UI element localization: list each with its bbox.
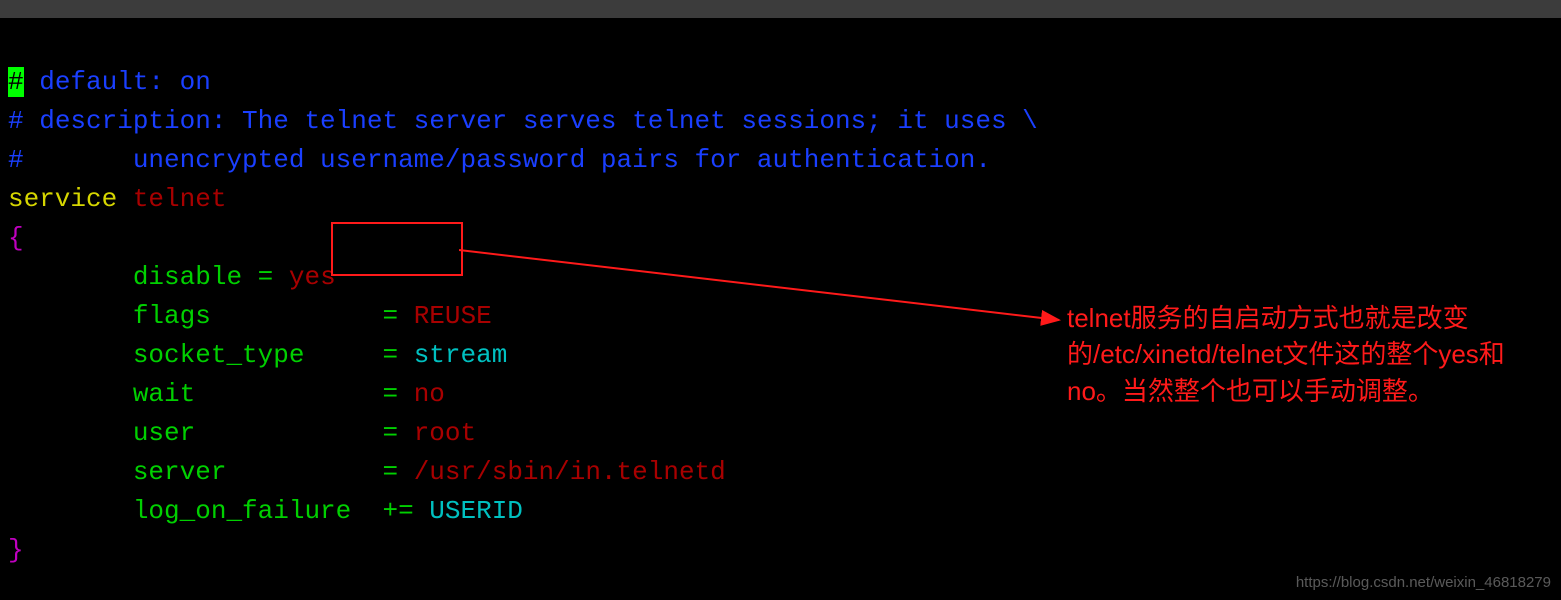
terminal-editor-content[interactable]: # default: on # description: The telnet … (0, 18, 1561, 576)
config-user: user = root (8, 418, 476, 448)
open-brace: { (8, 223, 24, 253)
config-disable: disable = yes (8, 262, 336, 292)
annotation-text: telnet服务的自启动方式也就是改变的/etc/xinetd/telnet文件… (1067, 300, 1527, 409)
comment-line-2: # description: The telnet server serves … (8, 106, 1038, 136)
config-socket-type: socket_type = stream (8, 340, 507, 370)
config-log-on-failure: log_on_failure += USERID (8, 496, 523, 526)
comment-line-1: # default: on (8, 67, 211, 97)
service-declaration: service telnet (8, 184, 226, 214)
config-flags: flags = REUSE (8, 301, 492, 331)
close-brace: } (8, 535, 24, 565)
comment-line-3: # unencrypted username/password pairs fo… (8, 145, 991, 175)
hash-icon: # (8, 67, 24, 97)
config-server: server = /usr/sbin/in.telnetd (8, 457, 726, 487)
watermark-text: https://blog.csdn.net/weixin_46818279 (1296, 572, 1551, 595)
config-wait: wait = no (8, 379, 445, 409)
window-titlebar (0, 0, 1561, 18)
